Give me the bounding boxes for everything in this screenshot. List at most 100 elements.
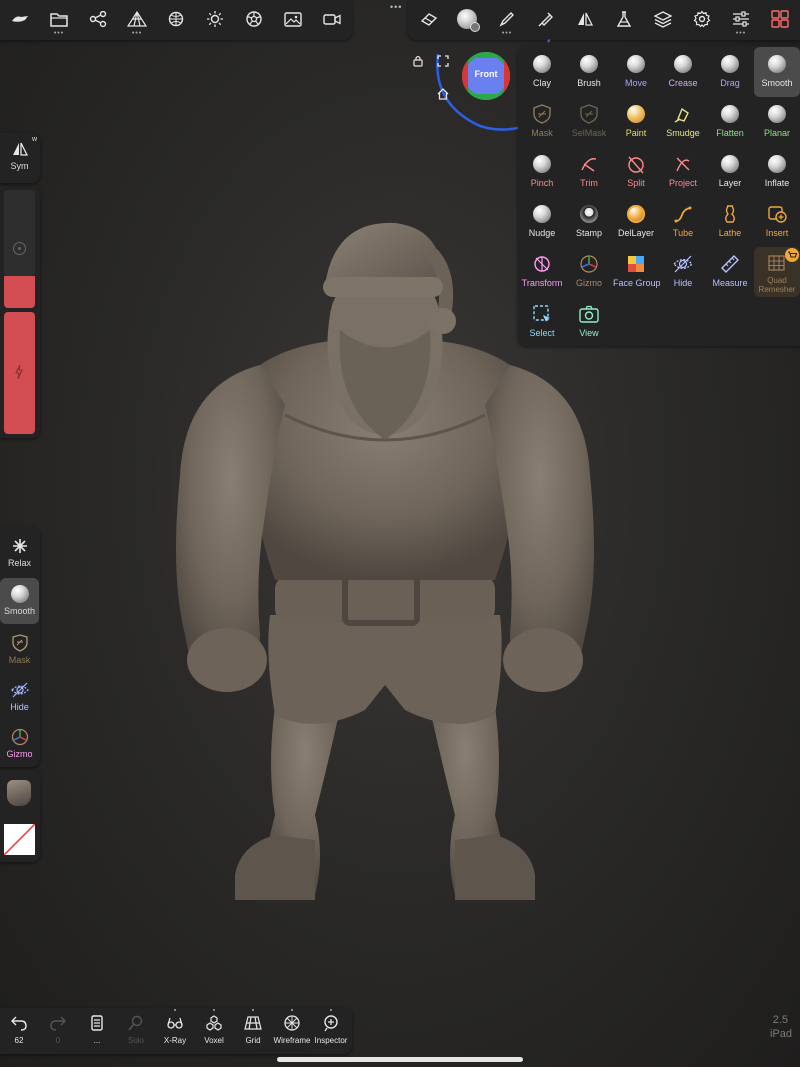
tool-layer[interactable]: Layer (707, 147, 753, 197)
mask-button[interactable]: Mask (0, 627, 39, 671)
tool-dellayer[interactable]: DelLayer (613, 197, 659, 247)
radius-slider-fill[interactable] (4, 276, 35, 308)
dellayer-icon (625, 203, 647, 225)
pinch-icon (531, 153, 553, 175)
scene-icon[interactable] (5, 4, 35, 34)
brush-sliders-panel (0, 186, 40, 438)
tool-measure[interactable]: Measure (707, 247, 753, 297)
tool-tube[interactable]: Tube (660, 197, 706, 247)
bottom-label: Inspector (314, 1036, 348, 1045)
project-icon (672, 153, 694, 175)
tool-clay[interactable]: Clay (519, 47, 565, 97)
sculpt-model[interactable] (165, 215, 605, 915)
stroke-icon[interactable] (531, 4, 561, 34)
solo-button[interactable]: Solo (117, 1008, 155, 1052)
tool-label: Move (624, 78, 647, 88)
wireframe-button[interactable]: Wireframe (273, 1008, 311, 1052)
gizmo-cube[interactable]: Front (462, 52, 510, 100)
tool-pinch[interactable]: Pinch (519, 147, 565, 197)
tool-flatten[interactable]: Flatten (707, 97, 753, 147)
history-button[interactable]: ... (78, 1008, 116, 1052)
tool-label: Lathe (718, 228, 742, 238)
files-icon[interactable]: ••• (44, 4, 74, 37)
tool-smudge[interactable]: Smudge (660, 97, 706, 147)
tool-lathe[interactable]: Lathe (707, 197, 753, 247)
tool-face-group[interactable]: Face Group (613, 247, 661, 297)
video-icon[interactable] (317, 4, 347, 34)
drag-icon (719, 53, 741, 75)
tool-trim[interactable]: Trim (566, 147, 612, 197)
xray-button[interactable]: X-Ray (156, 1008, 194, 1052)
home-indicator[interactable] (277, 1057, 523, 1062)
matcap-preview[interactable] (7, 780, 31, 806)
tool-label: Brush (577, 78, 601, 88)
frame-icon[interactable] (437, 54, 449, 72)
mask-label: Mask (8, 655, 31, 665)
scene-tree-icon[interactable] (83, 4, 113, 34)
tool-selmask[interactable]: SelMask (566, 97, 612, 147)
brush-settings-icon[interactable]: ••• (492, 4, 522, 37)
tool-label: Trim (580, 178, 598, 188)
relax-button[interactable]: Relax (0, 530, 39, 574)
redo-button[interactable]: 0 (39, 1008, 77, 1052)
eraser-icon[interactable] (414, 4, 444, 34)
gizmo-button[interactable]: Gizmo (0, 721, 39, 765)
sym-panel: Sym w (0, 133, 40, 183)
intensity-slider[interactable] (4, 312, 35, 434)
tool-move[interactable]: Move (613, 47, 659, 97)
smooth-label: Smooth (3, 606, 36, 616)
radius-slider[interactable] (4, 190, 35, 276)
redo-icon (39, 1014, 77, 1032)
tool-planar[interactable]: Planar (754, 97, 800, 147)
voxel-button[interactable]: Voxel (195, 1008, 233, 1052)
layers-icon[interactable] (648, 4, 678, 34)
bottom-label: Solo (127, 1036, 144, 1045)
flask-icon[interactable] (609, 4, 639, 34)
tool-label: DelLayer (617, 228, 655, 238)
tool-split[interactable]: Split (613, 147, 659, 197)
home-icon[interactable] (437, 87, 449, 105)
background-image-icon[interactable] (278, 4, 308, 34)
bottom-label: Wireframe (273, 1036, 311, 1045)
tool-inflate[interactable]: Inflate (754, 147, 800, 197)
tool-crease[interactable]: Crease (660, 47, 706, 97)
tool-insert[interactable]: Insert (754, 197, 800, 247)
tool-drag[interactable]: Drag (707, 47, 753, 97)
gizmo-face-label: Front (474, 69, 498, 79)
bottom-toolbar: 62 0... Solo X-Ray Voxel Grid Wireframe Inspect… (0, 1008, 352, 1054)
grid-button[interactable]: Grid (234, 1008, 272, 1052)
hide-icon (672, 253, 694, 275)
texture-sphere-icon[interactable] (161, 4, 191, 34)
smooth-brush-icon[interactable] (452, 4, 482, 34)
tools-grid-icon[interactable] (765, 4, 795, 34)
split-icon (625, 153, 647, 175)
bottom-label: Grid (245, 1036, 261, 1045)
tool-brush[interactable]: Brush (566, 47, 612, 97)
material-icon[interactable] (239, 4, 269, 34)
xray-icon (156, 1014, 194, 1032)
tool-mask[interactable]: Mask (519, 97, 565, 147)
inspector-button[interactable]: Inspector (312, 1008, 350, 1052)
topology-icon[interactable]: ••• (122, 4, 152, 37)
hide-button[interactable]: Hide (0, 674, 39, 718)
tool-project[interactable]: Project (660, 147, 706, 197)
tool-hide[interactable]: Hide (660, 247, 706, 297)
brush-icon (578, 53, 600, 75)
bottom-label: ... (93, 1036, 101, 1045)
sym-label: Sym (10, 161, 29, 171)
settings-icon[interactable] (687, 4, 717, 34)
sliders-icon[interactable]: ••• (726, 4, 756, 37)
lighting-icon[interactable] (200, 4, 230, 34)
undo-button[interactable]: 62 (0, 1008, 38, 1052)
tool-smooth[interactable]: Smooth (754, 47, 800, 97)
top-drag-handle[interactable]: ••• (390, 2, 402, 12)
tool-label: Project (668, 178, 697, 188)
tool-paint[interactable]: Paint (613, 97, 659, 147)
lock-icon[interactable] (412, 54, 424, 72)
tool-label: Smudge (666, 128, 700, 138)
color-swatch[interactable] (4, 824, 35, 855)
tool-label: Pinch (530, 178, 554, 188)
smooth-button[interactable]: Smooth (0, 578, 39, 624)
symmetry-icon[interactable] (570, 4, 600, 34)
tool-quad-remesher[interactable]: Quad Remesher (754, 247, 800, 297)
